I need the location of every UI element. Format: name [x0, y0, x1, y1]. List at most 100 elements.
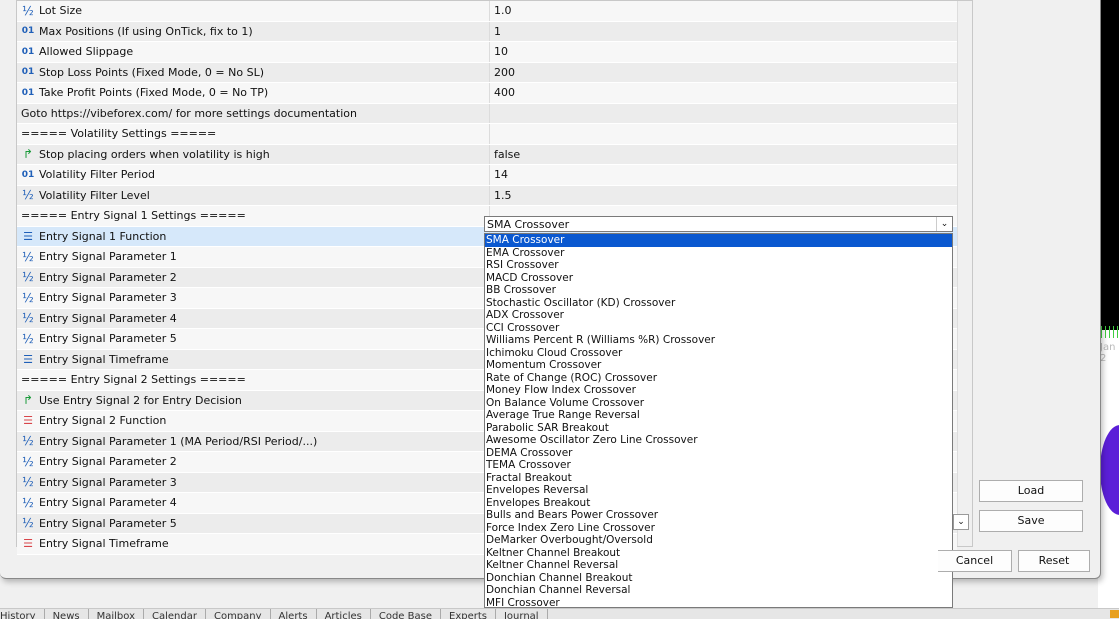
- dropdown-option[interactable]: DeMarker Overbought/Oversold: [485, 534, 952, 547]
- param-row[interactable]: ½ Lot Size 1.0: [17, 1, 957, 22]
- param-name: Volatility Filter Period: [39, 168, 156, 182]
- list-icon: ☰: [23, 352, 33, 366]
- param-name: Entry Signal Parameter 3: [39, 475, 177, 489]
- param-row[interactable]: 01 Stop Loss Points (Fixed Mode, 0 = No S…: [17, 62, 957, 83]
- fraction-icon: ½: [22, 188, 34, 203]
- param-name: Entry Signal Parameter 4: [39, 496, 177, 510]
- param-name-cell: ½ Entry Signal Parameter 2: [17, 452, 490, 472]
- dropdown-option[interactable]: Bulls and Bears Power Crossover: [485, 509, 952, 522]
- dropdown-option[interactable]: Force Index Zero Line Crossover: [485, 522, 952, 535]
- param-name-cell: ½ Entry Signal Parameter 5: [17, 513, 490, 533]
- param-name-cell: ☰ Entry Signal Timeframe: [17, 534, 490, 554]
- dropdown-option[interactable]: CCI Crossover: [485, 322, 952, 335]
- param-row[interactable]: 01 Volatility Filter Period 14: [17, 165, 957, 186]
- dropdown-option[interactable]: Parabolic SAR Breakout: [485, 422, 952, 435]
- fraction-icon: ½: [22, 331, 34, 346]
- dropdown-option[interactable]: MFI Crossover: [485, 597, 952, 608]
- param-row[interactable]: 01 Allowed Slippage 10: [17, 42, 957, 63]
- integer-icon: 01: [21, 26, 35, 37]
- param-value[interactable]: false: [490, 145, 957, 165]
- dropdown-option[interactable]: Williams Percent R (Williams %R) Crossov…: [485, 334, 952, 347]
- param-value[interactable]: 400: [490, 83, 957, 103]
- param-value[interactable]: 1: [490, 22, 957, 42]
- list-icon: ☰: [23, 414, 33, 428]
- param-value[interactable]: 1.0: [490, 1, 957, 21]
- param-name-cell: 01 Take Profit Points (Fixed Mode, 0 = No…: [17, 83, 490, 103]
- param-name: Stop placing orders when volatility is h…: [39, 147, 270, 161]
- param-row[interactable]: ↱ Stop placing orders when volatility is …: [17, 144, 957, 165]
- fraction-icon: ½: [22, 434, 34, 449]
- save-button[interactable]: Save: [979, 510, 1083, 532]
- dropdown-option[interactable]: MACD Crossover: [485, 272, 952, 285]
- param-row[interactable]: ===== Volatility Settings =====: [17, 124, 957, 145]
- dropdown-option[interactable]: Fractal Breakout: [485, 472, 952, 485]
- param-name-cell: ½ Entry Signal Parameter 2: [17, 267, 490, 287]
- dropdown-option[interactable]: SMA Crossover: [485, 234, 952, 247]
- dropdown-option[interactable]: Envelopes Reversal: [485, 484, 952, 497]
- param-value[interactable]: 10: [490, 42, 957, 62]
- dropdown-option[interactable]: DEMA Crossover: [485, 447, 952, 460]
- param-name-cell: ½ Entry Signal Parameter 5: [17, 329, 490, 349]
- param-value[interactable]: [490, 124, 957, 144]
- param-name-cell: ½ Entry Signal Parameter 3: [17, 288, 490, 308]
- param-row[interactable]: ½ Volatility Filter Level 1.5: [17, 185, 957, 206]
- dropdown-option[interactable]: ADX Crossover: [485, 309, 952, 322]
- param-name: Entry Signal Parameter 1: [39, 250, 177, 264]
- integer-icon: 01: [21, 46, 35, 57]
- param-name-cell: ½ Entry Signal Parameter 1 (MA Period/RSI…: [17, 431, 490, 451]
- param-row[interactable]: Goto https://vibeforex.com/ for more set…: [17, 103, 957, 124]
- chevron-down-icon[interactable]: ⌄: [953, 514, 969, 530]
- dropdown-option[interactable]: Envelopes Breakout: [485, 497, 952, 510]
- param-name-cell: ½ Lot Size: [17, 1, 490, 21]
- dropdown-option[interactable]: RSI Crossover: [485, 259, 952, 272]
- param-name: Entry Signal Parameter 5: [39, 332, 177, 346]
- param-row[interactable]: 01 Max Positions (If using OnTick, fix to…: [17, 21, 957, 42]
- reset-button[interactable]: Reset: [1018, 550, 1090, 572]
- param-value[interactable]: [490, 104, 957, 124]
- fraction-icon: ½: [22, 311, 34, 326]
- list-icon: ☰: [23, 537, 33, 551]
- param-value[interactable]: 1.5: [490, 186, 957, 206]
- integer-icon: 01: [21, 67, 35, 78]
- dropdown-option[interactable]: Momentum Crossover: [485, 359, 952, 372]
- dropdown-option[interactable]: TEMA Crossover: [485, 459, 952, 472]
- dropdown-option[interactable]: Rate of Change (ROC) Crossover: [485, 372, 952, 385]
- load-button[interactable]: Load: [979, 480, 1083, 502]
- cancel-button[interactable]: Cancel: [938, 550, 1012, 572]
- param-name-cell: ½ Entry Signal Parameter 1: [17, 247, 490, 267]
- fraction-icon: ½: [22, 495, 34, 510]
- dropdown-option[interactable]: Donchian Channel Reversal: [485, 584, 952, 597]
- dropdown-option[interactable]: Keltner Channel Reversal: [485, 559, 952, 572]
- param-name: Entry Signal Parameter 3: [39, 291, 177, 305]
- param-value[interactable]: 14: [490, 165, 957, 185]
- param-name-cell: ↱ Use Entry Signal 2 for Entry Decision: [17, 390, 490, 410]
- param-name: Entry Signal 2 Function: [39, 414, 167, 428]
- dropdown-option[interactable]: Awesome Oscillator Zero Line Crossover: [485, 434, 952, 447]
- dropdown-option[interactable]: Money Flow Index Crossover: [485, 384, 952, 397]
- param-name-cell: ===== Entry Signal 1 Settings =====: [17, 206, 490, 226]
- chevron-down-icon[interactable]: ⌄: [936, 217, 952, 231]
- dropdown-option[interactable]: Ichimoku Cloud Crossover: [485, 347, 952, 360]
- combo-selected-value: SMA Crossover: [487, 217, 570, 231]
- param-row[interactable]: 01 Take Profit Points (Fixed Mode, 0 = No…: [17, 83, 957, 104]
- param-name-cell: ½ Volatility Filter Level: [17, 185, 490, 205]
- dropdown-option[interactable]: BB Crossover: [485, 284, 952, 297]
- entry-signal-function-dropdown[interactable]: SMA Crossover EMA Crossover RSI Crossover M…: [484, 233, 953, 608]
- dropdown-option[interactable]: EMA Crossover: [485, 247, 952, 260]
- dropdown-option[interactable]: Stochastic Oscillator (KD) Crossover: [485, 297, 952, 310]
- param-name: Stop Loss Points (Fixed Mode, 0 = No SL): [39, 65, 264, 79]
- param-name-cell: ½ Entry Signal Parameter 3: [17, 472, 490, 492]
- dropdown-option[interactable]: On Balance Volume Crossover: [485, 397, 952, 410]
- param-name-cell: ===== Entry Signal 2 Settings =====: [17, 370, 490, 390]
- inputs-scrollbar[interactable]: [957, 1, 972, 546]
- param-name-cell: Goto https://vibeforex.com/ for more set…: [17, 103, 490, 123]
- param-name-cell: 01 Volatility Filter Period: [17, 165, 490, 185]
- dropdown-option[interactable]: Donchian Channel Breakout: [485, 572, 952, 585]
- param-value[interactable]: 200: [490, 63, 957, 83]
- dropdown-option[interactable]: Keltner Channel Breakout: [485, 547, 952, 560]
- entry-signal-1-function-select[interactable]: SMA Crossover ⌄: [484, 216, 953, 232]
- param-name: Lot Size: [39, 4, 83, 18]
- notification-icon[interactable]: [1110, 610, 1119, 618]
- param-name-cell: ☰ Entry Signal Timeframe: [17, 349, 490, 369]
- dropdown-option[interactable]: Average True Range Reversal: [485, 409, 952, 422]
